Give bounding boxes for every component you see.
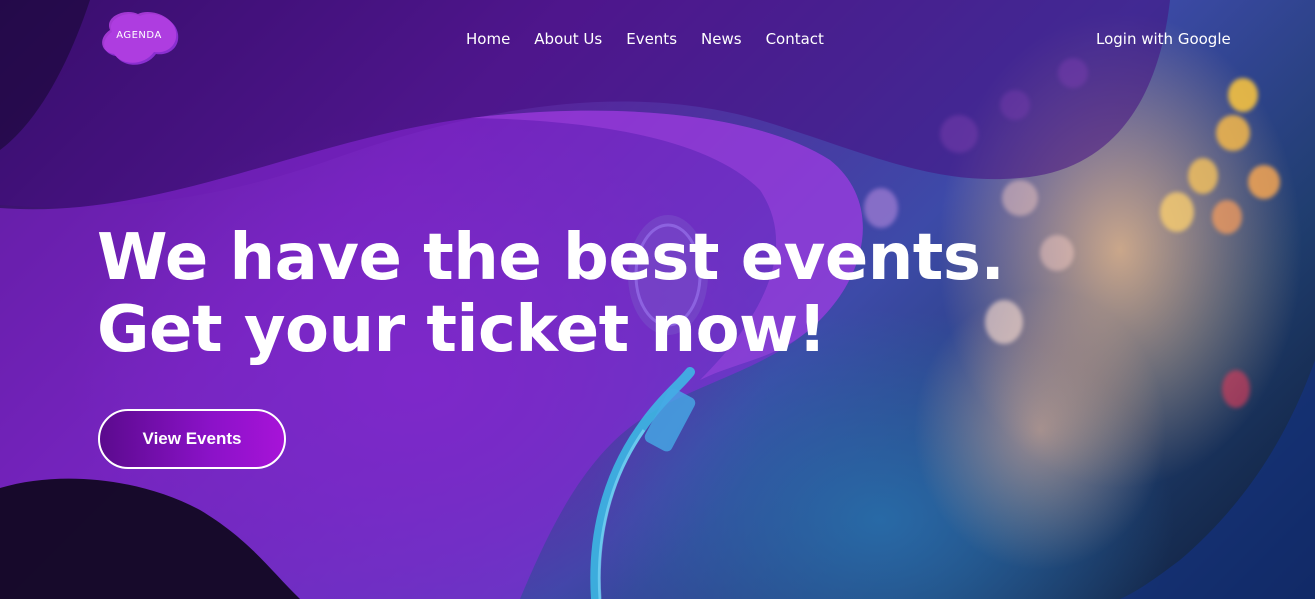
nav-link-home[interactable]: Home <box>466 30 510 48</box>
headline-line-2: Get your ticket now! <box>97 293 827 367</box>
top-navigation: AGENDA Home About Us Events News Contact… <box>0 11 1315 65</box>
nav-link-news[interactable]: News <box>701 30 742 48</box>
main-menu: Home About Us Events News Contact <box>466 30 824 48</box>
logo-text: AGENDA <box>116 30 162 41</box>
login-with-google-link[interactable]: Login with Google <box>1096 30 1231 48</box>
hero-section: AGENDA Home About Us Events News Contact… <box>0 0 1315 599</box>
nav-link-about-us[interactable]: About Us <box>534 30 602 48</box>
view-events-button[interactable]: View Events <box>98 409 286 469</box>
nav-link-contact[interactable]: Contact <box>766 30 824 48</box>
nav-link-events[interactable]: Events <box>626 30 677 48</box>
headline-line-1: We have the best events. <box>97 221 1005 295</box>
agenda-logo[interactable]: AGENDA <box>98 8 180 70</box>
hero-headline: We have the best events. Get your ticket… <box>97 221 1005 367</box>
